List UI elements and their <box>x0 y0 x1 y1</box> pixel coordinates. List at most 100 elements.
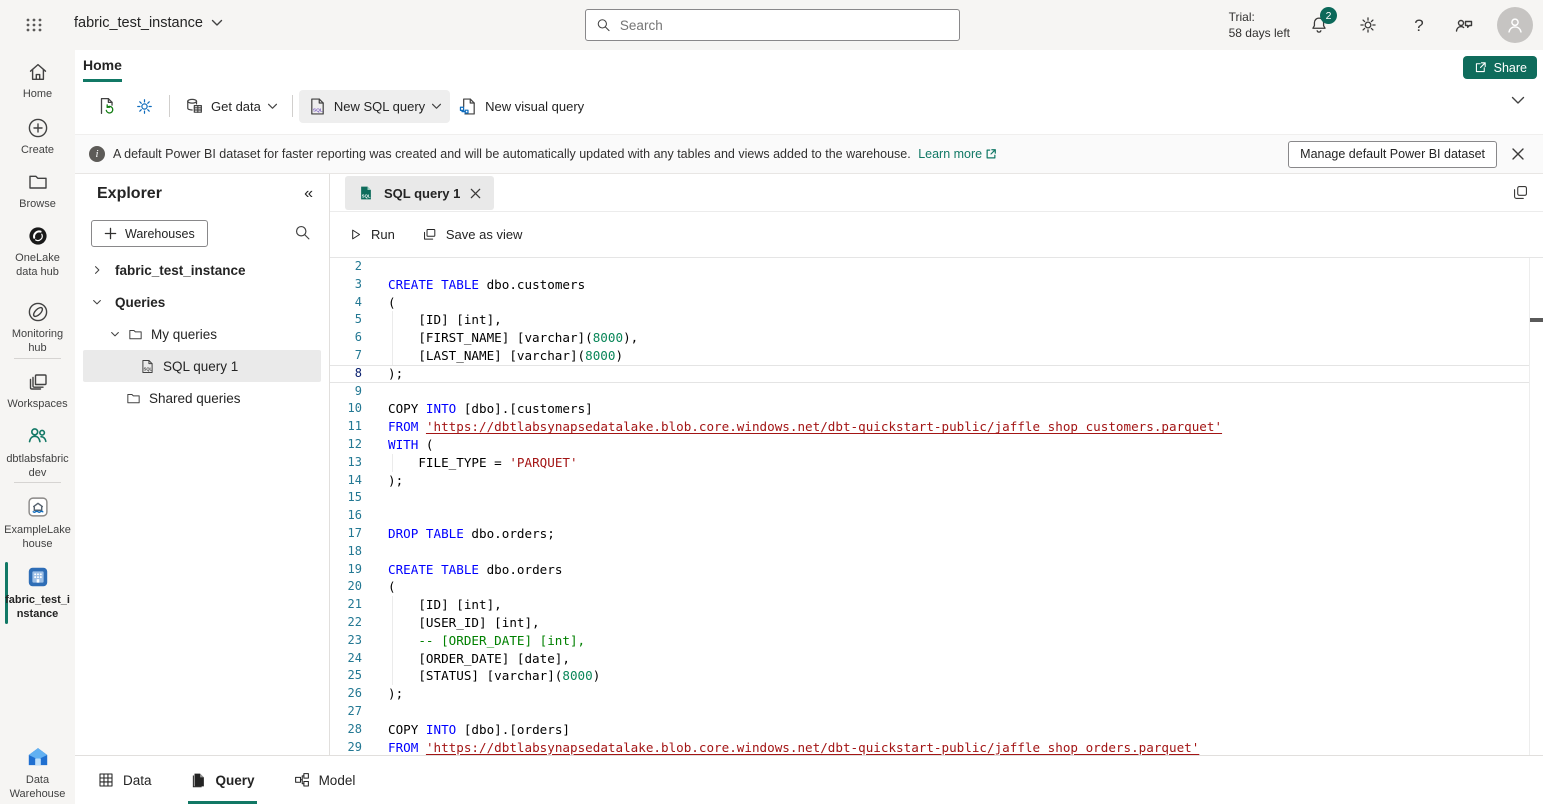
code-line[interactable]: 3CREATE TABLE dbo.customers <box>330 276 1529 294</box>
tree-item-queries[interactable]: Queries <box>75 286 329 318</box>
tab-data[interactable]: Data <box>95 756 154 804</box>
code-line[interactable]: 25 [STATUS] [varchar](8000) <box>330 667 1529 685</box>
notification-badge: 2 <box>1320 7 1337 24</box>
code-line[interactable]: 22 [USER_ID] [int], <box>330 614 1529 632</box>
code-line[interactable]: 29FROM 'https://dbtlabsynapsedatalake.bl… <box>330 739 1529 755</box>
warehouse-item-icon <box>25 564 51 590</box>
copy-button[interactable] <box>1511 183 1530 202</box>
nav-create[interactable]: Create <box>0 116 75 158</box>
help-button[interactable]: ? <box>1407 14 1431 38</box>
avatar[interactable] <box>1497 7 1533 43</box>
line-number: 7 <box>330 347 362 365</box>
line-number: 17 <box>330 525 362 543</box>
code-line[interactable]: 12WITH ( <box>330 436 1529 454</box>
code-line[interactable]: 17DROP TABLE dbo.orders; <box>330 525 1529 543</box>
default-dataset-banner: i A default Power BI dataset for faster … <box>75 134 1543 174</box>
sql-code-area[interactable]: 23CREATE TABLE dbo.customers4(5 [ID] [in… <box>330 258 1529 755</box>
new-visual-query-button[interactable]: New visual query <box>450 90 592 123</box>
rail-divider <box>14 358 61 359</box>
collapse-explorer-button[interactable]: « <box>304 185 313 203</box>
code-line[interactable]: 10COPY INTO [dbo].[customers] <box>330 400 1529 418</box>
svg-text:SQL: SQL <box>362 194 371 199</box>
query-doc-icon <box>190 771 208 789</box>
app-launcher-icon[interactable] <box>20 11 48 39</box>
tab-query[interactable]: Query <box>188 756 257 804</box>
settings-ribbon-button[interactable] <box>126 90 163 123</box>
nav-examplelakehouse[interactable]: ExampleLakehouse <box>0 494 75 551</box>
share-button[interactable]: Share <box>1463 56 1537 79</box>
app-root: { "header": { "workspace_name": "fabric_… <box>0 0 1543 804</box>
code-line[interactable]: 23 -- [ORDER_DATE] [int], <box>330 632 1529 650</box>
code-line[interactable]: 27 <box>330 703 1529 721</box>
code-line[interactable]: 26); <box>330 685 1529 703</box>
line-number: 10 <box>330 400 362 418</box>
workspace-switcher[interactable]: fabric_test_instance <box>74 15 223 31</box>
run-button[interactable]: Run <box>348 227 395 242</box>
code-line[interactable]: 15 <box>330 489 1529 507</box>
collapse-ribbon-button[interactable] <box>1511 96 1525 105</box>
nav-browse[interactable]: Browse <box>0 170 75 212</box>
nav-monitoring-hub[interactable]: Monitoring hub <box>0 300 75 355</box>
code-line[interactable]: 28COPY INTO [dbo].[orders] <box>330 721 1529 739</box>
tree-item-sql-query-1[interactable]: SQL SQL query 1 <box>83 350 321 382</box>
visual-query-file-icon <box>458 96 479 117</box>
code-line[interactable]: 13 FILE_TYPE = 'PARQUET' <box>330 454 1529 472</box>
line-number: 20 <box>330 578 362 596</box>
search-icon <box>294 224 311 241</box>
code-line[interactable]: 9 <box>330 383 1529 401</box>
svg-text:SQL: SQL <box>313 107 323 113</box>
feedback-icon <box>1452 14 1476 38</box>
code-line[interactable]: 2 <box>330 258 1529 276</box>
scrollbar-marker <box>1530 318 1543 322</box>
search-input[interactable] <box>620 18 949 33</box>
new-sql-query-button[interactable]: SQL New SQL query <box>299 90 450 123</box>
tab-home[interactable]: Home <box>83 54 122 82</box>
refresh-source-button[interactable] <box>88 89 126 123</box>
new-warehouse-button[interactable]: Warehouses <box>91 220 208 247</box>
nav-home[interactable]: Home <box>0 60 75 102</box>
query-tab[interactable]: SQL SQL query 1 <box>345 176 494 210</box>
code-line[interactable]: 7 [LAST_NAME] [varchar](8000) <box>330 347 1529 365</box>
close-icon <box>1511 147 1525 161</box>
nav-onelake-data-hub[interactable]: OneLake data hub <box>0 224 75 279</box>
line-number: 12 <box>330 436 362 454</box>
banner-message: A default Power BI dataset for faster re… <box>113 147 997 161</box>
line-number: 16 <box>330 507 362 525</box>
code-line[interactable]: 21 [ID] [int], <box>330 596 1529 614</box>
explorer-search-button[interactable] <box>294 224 311 241</box>
manage-dataset-button[interactable]: Manage default Power BI dataset <box>1288 141 1497 168</box>
code-line[interactable]: 6 [FIRST_NAME] [varchar](8000), <box>330 329 1529 347</box>
nav-fabric-test-instance[interactable]: fabric_test_instance <box>0 564 75 621</box>
settings-button[interactable] <box>1357 14 1381 38</box>
code-line[interactable]: 24 [ORDER_DATE] [date], <box>330 650 1529 668</box>
learn-more-link[interactable]: Learn more <box>918 147 997 161</box>
code-line[interactable]: 18 <box>330 543 1529 561</box>
code-line[interactable]: 14); <box>330 472 1529 490</box>
banner-close-button[interactable] <box>1511 147 1525 161</box>
code-line[interactable]: 4( <box>330 294 1529 312</box>
notifications-button[interactable]: 2 <box>1308 14 1332 38</box>
feedback-button[interactable] <box>1452 14 1476 38</box>
tree-item-shared-queries[interactable]: Shared queries <box>75 382 329 414</box>
nav-data-warehouse[interactable]: Data Warehouse <box>0 744 75 801</box>
save-as-view-button[interactable]: Save as view <box>421 226 523 243</box>
indent-guide <box>392 667 393 685</box>
nav-workspaces[interactable]: Workspaces <box>0 370 75 412</box>
tree-item-warehouse[interactable]: fabric_test_instance <box>75 254 329 286</box>
code-line[interactable]: 16 <box>330 507 1529 525</box>
code-line[interactable]: 11FROM 'https://dbtlabsynapsedatalake.bl… <box>330 418 1529 436</box>
get-data-button[interactable]: Get data <box>176 90 286 123</box>
nav-dbtlabsfabricdev[interactable]: dbtlabsfabricdev <box>0 423 75 480</box>
editor-scrollbar[interactable] <box>1529 258 1543 755</box>
tab-model[interactable]: Model <box>291 756 358 804</box>
line-number: 11 <box>330 418 362 436</box>
code-line[interactable]: 19CREATE TABLE dbo.orders <box>330 561 1529 579</box>
code-line[interactable]: 5 [ID] [int], <box>330 311 1529 329</box>
database-icon <box>184 96 205 117</box>
code-line[interactable]: 8); <box>330 365 1529 383</box>
code-line[interactable]: 20( <box>330 578 1529 596</box>
chevron-down-icon <box>431 103 442 110</box>
global-search[interactable] <box>585 9 960 41</box>
close-tab-icon[interactable] <box>469 187 482 200</box>
tree-item-my-queries[interactable]: My queries <box>75 318 329 350</box>
